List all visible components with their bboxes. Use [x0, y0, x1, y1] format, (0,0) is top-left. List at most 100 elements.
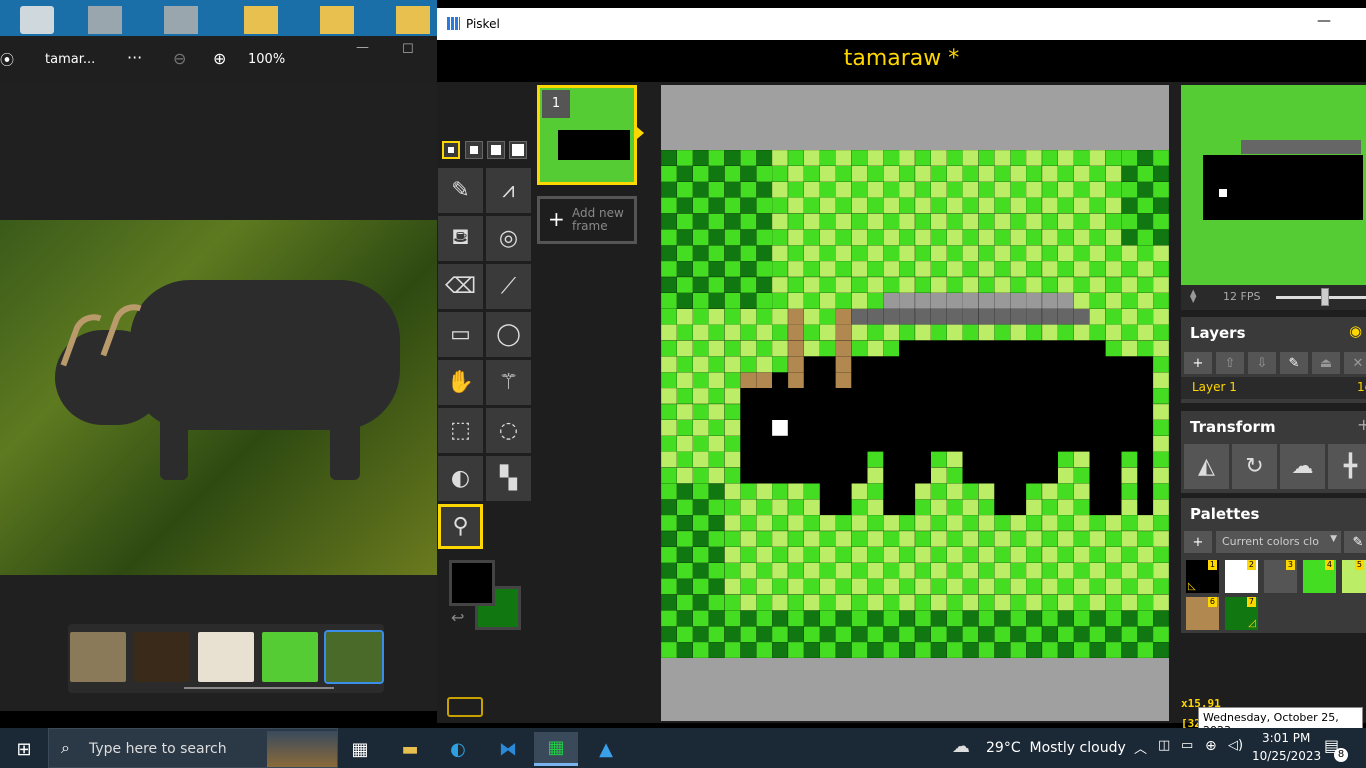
- pixel[interactable]: [930, 625, 948, 643]
- pixel[interactable]: [1009, 435, 1027, 452]
- pixel[interactable]: [819, 625, 836, 643]
- palette-color-1[interactable]: 1 ◺: [1186, 560, 1219, 593]
- pixel[interactable]: [755, 498, 773, 516]
- pixel[interactable]: [930, 610, 948, 627]
- pixel[interactable]: [946, 610, 963, 627]
- pixel[interactable]: [803, 292, 821, 310]
- pixel[interactable]: [1121, 324, 1138, 341]
- pixel[interactable]: [1105, 578, 1122, 595]
- pixel[interactable]: [1009, 610, 1027, 627]
- merge-layer-button[interactable]: ⏏: [1312, 352, 1340, 374]
- pixel[interactable]: [676, 292, 694, 310]
- pixel[interactable]: [1105, 213, 1122, 230]
- pixel[interactable]: [994, 244, 1011, 262]
- pixel[interactable]: [1057, 498, 1075, 516]
- pixel[interactable]: [1025, 625, 1043, 643]
- pixel[interactable]: [1009, 530, 1027, 548]
- pixel[interactable]: [851, 562, 868, 579]
- palette-color-2[interactable]: 2: [1225, 560, 1258, 593]
- pixel[interactable]: [1025, 546, 1043, 564]
- pixel[interactable]: [962, 578, 979, 595]
- pixel[interactable]: [882, 594, 900, 611]
- pixel[interactable]: [1152, 594, 1169, 611]
- pixel[interactable]: [946, 483, 963, 500]
- pixel[interactable]: [1073, 197, 1090, 214]
- pixel[interactable]: [994, 324, 1011, 341]
- pixel[interactable]: [1121, 641, 1138, 658]
- pixel[interactable]: [914, 165, 932, 183]
- pixel[interactable]: [1009, 467, 1027, 484]
- pixel[interactable]: [835, 244, 852, 262]
- pixel[interactable]: [803, 403, 821, 421]
- pixel[interactable]: [962, 181, 979, 198]
- pixel[interactable]: [692, 308, 709, 325]
- pixel[interactable]: [898, 498, 916, 516]
- paint-same-color-icon[interactable]: ◎: [486, 216, 531, 261]
- add-frame-button[interactable]: + Add new frame: [537, 196, 637, 244]
- pixel[interactable]: [914, 260, 932, 278]
- pixel[interactable]: [724, 340, 741, 357]
- pixel[interactable]: [914, 371, 932, 389]
- pixel[interactable]: [882, 387, 900, 405]
- pixel[interactable]: [835, 229, 852, 246]
- pixel[interactable]: [851, 292, 868, 310]
- pixel[interactable]: [1105, 546, 1122, 564]
- pixel[interactable]: [1105, 451, 1122, 468]
- pixel[interactable]: [882, 641, 900, 658]
- pixel[interactable]: [1073, 181, 1090, 198]
- pixel[interactable]: [835, 371, 852, 389]
- pixel[interactable]: [1009, 260, 1027, 278]
- pixel[interactable]: [692, 530, 709, 548]
- pixel[interactable]: [1089, 419, 1106, 437]
- pixel[interactable]: [994, 292, 1011, 310]
- pixel[interactable]: [1089, 594, 1106, 611]
- pixel[interactable]: [835, 403, 852, 421]
- pixel[interactable]: [835, 514, 852, 532]
- pixel[interactable]: [1089, 451, 1106, 468]
- pixel[interactable]: [755, 340, 773, 357]
- pixel[interactable]: [692, 213, 709, 230]
- pixel[interactable]: [914, 435, 932, 452]
- pixel[interactable]: [1136, 625, 1154, 643]
- pixel[interactable]: [994, 181, 1011, 198]
- pixel[interactable]: [962, 435, 979, 452]
- pixel[interactable]: [978, 467, 995, 484]
- pixel[interactable]: [930, 641, 948, 658]
- pixel[interactable]: [692, 387, 709, 405]
- pixel[interactable]: [898, 371, 916, 389]
- pixel[interactable]: [851, 403, 868, 421]
- pixel[interactable]: [1136, 387, 1154, 405]
- pixel[interactable]: [946, 371, 963, 389]
- folder-icon-3[interactable]: [396, 6, 430, 34]
- pixel[interactable]: [1009, 594, 1027, 611]
- pixel[interactable]: [819, 641, 836, 658]
- pixel[interactable]: [1073, 594, 1090, 611]
- pixel[interactable]: [1025, 483, 1043, 500]
- pixel[interactable]: [914, 213, 932, 230]
- pixel[interactable]: [676, 324, 694, 341]
- pixel[interactable]: [692, 610, 709, 627]
- pixel[interactable]: [1121, 594, 1138, 611]
- pixel[interactable]: [930, 403, 948, 421]
- pixel[interactable]: [692, 165, 709, 183]
- pixel[interactable]: [946, 181, 963, 198]
- pixel[interactable]: [1089, 625, 1106, 643]
- pixel[interactable]: [1041, 546, 1059, 564]
- pixel[interactable]: [867, 467, 884, 484]
- pixel[interactable]: [755, 387, 773, 405]
- pixel[interactable]: [1009, 165, 1027, 183]
- pixel[interactable]: [724, 387, 741, 405]
- pixel[interactable]: [1025, 292, 1043, 310]
- pixel[interactable]: [914, 514, 932, 532]
- transform-expand-icon[interactable]: +: [1357, 415, 1366, 434]
- pixel[interactable]: [708, 625, 725, 643]
- pixel[interactable]: [882, 292, 900, 310]
- pixel[interactable]: [946, 213, 963, 230]
- pixel[interactable]: [803, 150, 821, 167]
- pixel[interactable]: [708, 165, 725, 183]
- pixel[interactable]: [851, 276, 868, 294]
- pixel[interactable]: [882, 435, 900, 452]
- thumbnail-tamaraw[interactable]: [324, 630, 384, 684]
- pixel[interactable]: [994, 308, 1011, 325]
- pixel[interactable]: [661, 467, 678, 484]
